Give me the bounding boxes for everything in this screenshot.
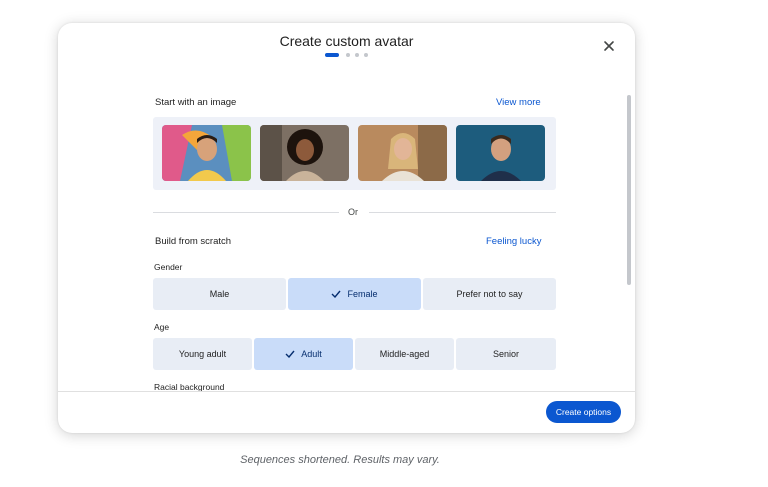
- option-label: Female: [347, 289, 378, 299]
- age-option-young-adult[interactable]: Young adult: [153, 338, 252, 370]
- or-divider: Or: [348, 207, 358, 217]
- create-avatar-dialog: Create custom avatar Start with an image…: [58, 23, 635, 433]
- check-icon: [285, 350, 295, 358]
- option-label: Young adult: [178, 349, 227, 359]
- image-section-heading: Start with an image: [155, 97, 237, 108]
- age-option-senior[interactable]: Senior: [456, 338, 556, 370]
- gender-option-male[interactable]: Male: [153, 278, 286, 310]
- step-dot: [355, 53, 359, 57]
- gender-option-female[interactable]: Female: [288, 278, 421, 310]
- dialog-content[interactable]: Start with an image View more Or Build f…: [58, 83, 635, 391]
- divider-line-left: [153, 212, 339, 213]
- avatar-thumbnail-man-dark[interactable]: [456, 125, 545, 181]
- scratch-section-heading: Build from scratch: [155, 236, 232, 247]
- gender-label: Gender: [154, 262, 183, 272]
- feeling-lucky-link[interactable]: Feeling lucky: [486, 236, 541, 247]
- create-options-button[interactable]: Create options: [546, 401, 621, 423]
- option-label: Adult: [301, 349, 322, 359]
- step-dot: [364, 53, 368, 57]
- close-icon[interactable]: [601, 38, 617, 54]
- option-label: Senior: [492, 349, 519, 359]
- image-strip: [153, 117, 556, 190]
- age-label: Age: [154, 322, 170, 332]
- footer-divider: [58, 391, 635, 392]
- view-more-link[interactable]: View more: [496, 97, 541, 108]
- age-option-adult[interactable]: Adult: [254, 338, 353, 370]
- gender-option-prefer-not-to-say[interactable]: Prefer not to say: [423, 278, 556, 310]
- option-label: Male: [209, 289, 230, 299]
- avatar-thumbnail-woman-blonde[interactable]: [358, 125, 447, 181]
- caption: Sequences shortened. Results may vary.: [240, 454, 440, 466]
- check-icon: [331, 290, 342, 298]
- option-label: Prefer not to say: [456, 289, 523, 299]
- scrollbar[interactable]: [627, 95, 631, 285]
- divider-line-right: [369, 212, 556, 213]
- step-dot: [346, 53, 350, 57]
- dialog-title: Create custom avatar: [279, 33, 414, 49]
- age-option-middle-aged[interactable]: Middle-aged: [355, 338, 454, 370]
- step-dot-active: [325, 53, 339, 57]
- avatar-thumbnail-woman-curly[interactable]: [260, 125, 349, 181]
- option-label: Middle-aged: [379, 349, 430, 359]
- avatar-thumbnail-man-graffiti[interactable]: [162, 125, 251, 181]
- racial-background-label: Racial background: [154, 382, 225, 391]
